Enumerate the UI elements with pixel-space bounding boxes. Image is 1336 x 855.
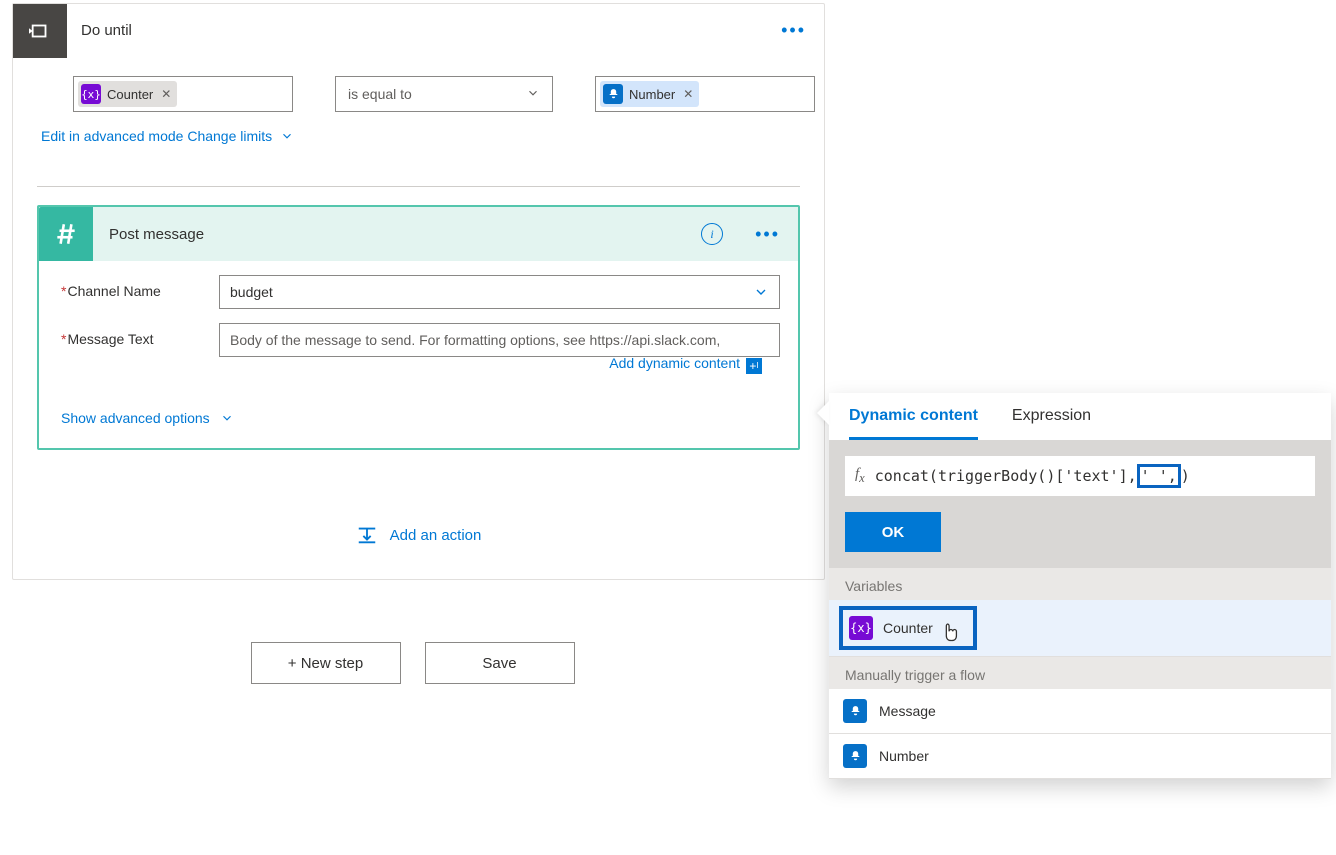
condition-left-field[interactable]: {x} Counter ✕ — [73, 76, 293, 112]
remove-token-icon[interactable]: ✕ — [161, 87, 171, 101]
cursor-pointer-icon — [939, 622, 961, 648]
expression-highlight: ' ', — [1137, 464, 1181, 488]
tab-expression[interactable]: Expression — [1012, 407, 1091, 440]
add-action-button[interactable]: Add an action — [356, 524, 482, 546]
trigger-icon — [843, 699, 867, 723]
loop-icon — [13, 4, 67, 58]
remove-token-icon[interactable]: ✕ — [683, 87, 693, 101]
message-text-input[interactable]: Body of the message to send. For formatt… — [219, 323, 780, 357]
ok-button[interactable]: OK — [845, 512, 941, 552]
message-label: *Message Text — [61, 323, 219, 347]
post-message-title: Post message — [93, 226, 701, 243]
chevron-down-icon — [280, 129, 294, 143]
tab-dynamic-content[interactable]: Dynamic content — [849, 407, 978, 440]
variable-icon: {x} — [849, 616, 873, 640]
operator-select[interactable]: is equal to — [335, 76, 553, 112]
expression-input[interactable]: fx concat(triggerBody()['text'],' ',) — [845, 456, 1315, 496]
add-dynamic-content-link[interactable]: Add dynamic content+I — [609, 355, 762, 371]
dynamic-item-message[interactable]: Message — [829, 689, 1331, 734]
do-until-title: Do until — [67, 22, 763, 39]
chevron-down-icon — [220, 411, 234, 425]
dynamic-item-counter[interactable]: {x} Counter — [829, 600, 1331, 657]
token-label: Counter — [107, 87, 153, 102]
post-message-card: Post message i ••• *Channel Name budget … — [37, 205, 800, 450]
condition-right-field[interactable]: Number ✕ — [595, 76, 815, 112]
new-step-button[interactable]: + New step — [251, 642, 401, 684]
channel-label: *Channel Name — [61, 275, 219, 299]
dynamic-item-number[interactable]: Number — [829, 734, 1331, 779]
condition-row: {x} Counter ✕ is equal to — [13, 58, 824, 124]
trigger-icon — [843, 744, 867, 768]
fx-icon: fx — [855, 466, 865, 486]
trigger-icon — [603, 84, 623, 104]
card-menu-button[interactable]: ••• — [763, 20, 824, 41]
token-label: Number — [629, 87, 675, 102]
section-variables: Variables — [829, 568, 1331, 600]
chevron-down-icon — [526, 86, 540, 103]
card-menu-button[interactable]: ••• — [737, 224, 798, 245]
chevron-down-icon — [753, 284, 769, 300]
edit-advanced-link[interactable]: Edit in advanced mode — [41, 128, 183, 144]
slack-hash-icon — [39, 207, 93, 261]
show-advanced-options-link[interactable]: Show advanced options — [39, 382, 798, 448]
do-until-card: Do until ••• {x} Counter ✕ is equal to — [12, 3, 825, 580]
save-button[interactable]: Save — [425, 642, 575, 684]
plus-icon: +I — [746, 358, 762, 374]
dynamic-content-popover: Dynamic content Expression fx concat(tri… — [829, 393, 1331, 779]
section-trigger: Manually trigger a flow — [829, 657, 1331, 689]
info-icon[interactable]: i — [701, 223, 723, 245]
insert-action-icon — [356, 524, 378, 546]
variable-icon: {x} — [81, 84, 101, 104]
change-limits-link[interactable]: Change limits — [187, 128, 294, 144]
channel-select[interactable]: budget — [219, 275, 780, 309]
